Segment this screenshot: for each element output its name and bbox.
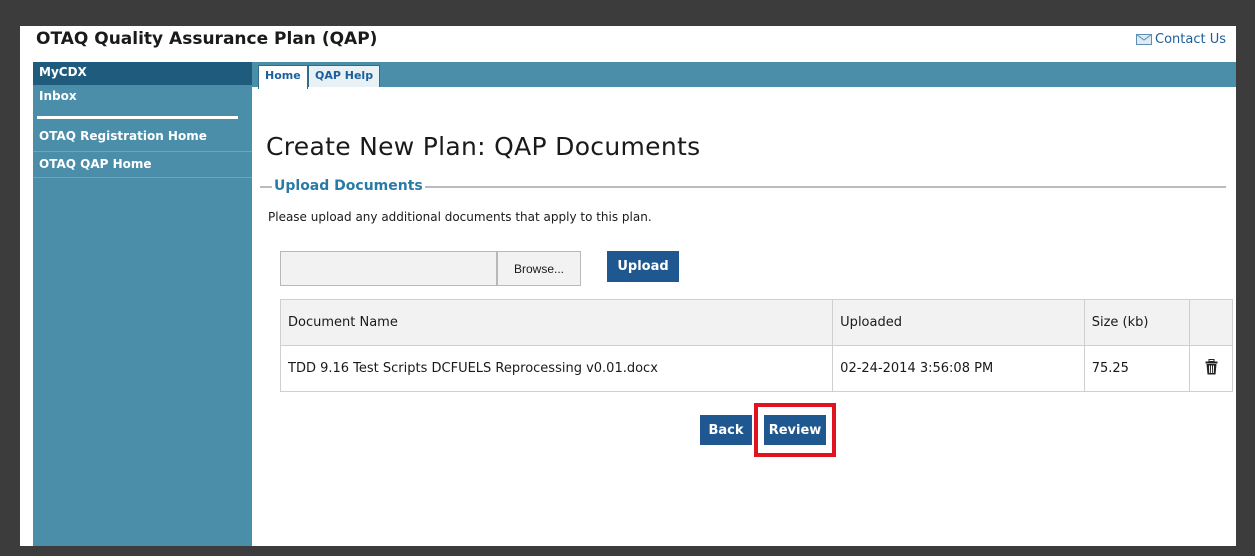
page-title: Create New Plan: QAP Documents bbox=[266, 132, 701, 161]
trash-icon[interactable] bbox=[1205, 358, 1218, 375]
column-header-uploaded: Uploaded bbox=[832, 299, 1085, 346]
column-header-actions bbox=[1189, 299, 1233, 346]
sidebar-item-otaq-qap-home[interactable]: OTAQ QAP Home bbox=[33, 152, 252, 178]
review-highlight-box: Review bbox=[754, 403, 836, 457]
table-header-row: Document Name Uploaded Size (kb) bbox=[279, 299, 1233, 346]
uploaded-cell: 02-24-2014 3:56:08 PM bbox=[832, 345, 1085, 392]
back-button[interactable]: Back bbox=[700, 415, 752, 445]
delete-cell bbox=[1189, 345, 1233, 392]
browse-button[interactable]: Browse... bbox=[497, 251, 581, 286]
tab-home[interactable]: Home bbox=[258, 65, 308, 89]
contact-us-label: Contact Us bbox=[1155, 32, 1226, 47]
file-path-field[interactable] bbox=[280, 251, 497, 286]
app-title: OTAQ Quality Assurance Plan (QAP) bbox=[36, 29, 378, 49]
upload-button[interactable]: Upload bbox=[607, 251, 679, 282]
tab-strip: Home QAP Help bbox=[252, 62, 1236, 89]
table-row: TDD 9.16 Test Scripts DCFUELS Reprocessi… bbox=[279, 345, 1233, 392]
tab-qap-help[interactable]: QAP Help bbox=[308, 65, 381, 87]
sidebar-item-otaq-registration-home[interactable]: OTAQ Registration Home bbox=[33, 119, 252, 152]
contact-us-link[interactable]: Contact Us bbox=[1136, 32, 1226, 47]
column-header-document-name: Document Name bbox=[279, 299, 834, 346]
size-cell: 75.25 bbox=[1083, 345, 1191, 392]
envelope-icon bbox=[1136, 34, 1152, 45]
document-name-cell: TDD 9.16 Test Scripts DCFUELS Reprocessi… bbox=[279, 345, 834, 392]
sidebar: MyCDX Inbox OTAQ Registration Home OTAQ … bbox=[33, 62, 252, 546]
app-window: OTAQ Quality Assurance Plan (QAP) Contac… bbox=[20, 26, 1236, 546]
documents-table: Document Name Uploaded Size (kb) TDD 9.1… bbox=[279, 299, 1233, 392]
upload-instructions: Please upload any additional documents t… bbox=[268, 210, 652, 224]
section-legend: Upload Documents bbox=[272, 178, 425, 194]
sidebar-item-inbox[interactable]: Inbox bbox=[33, 86, 252, 116]
column-header-size: Size (kb) bbox=[1083, 299, 1191, 346]
sidebar-item-mycdx[interactable]: MyCDX bbox=[33, 62, 252, 86]
review-button[interactable]: Review bbox=[764, 415, 826, 445]
main-content: Create New Plan: QAP Documents Upload Do… bbox=[252, 87, 1236, 546]
